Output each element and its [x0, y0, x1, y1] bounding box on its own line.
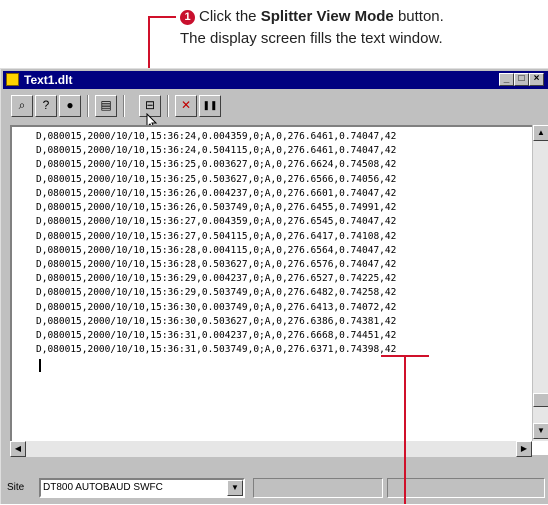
data-line: D,080015,2000/10/10,15:36:28,0.503627,0;…	[36, 259, 397, 270]
site-select[interactable]: DT800 AUTOBAUD SWFC ▼	[39, 478, 245, 498]
value-callout-line	[404, 355, 406, 504]
data-line: D,080015,2000/10/10,15:36:24,0.004359,0;…	[36, 131, 397, 142]
data-line: D,080015,2000/10/10,15:36:27,0.504115,0;…	[36, 231, 397, 242]
splitter-view-icon: ⊟	[144, 98, 156, 112]
scroll-left-button[interactable]: ◀	[10, 441, 26, 457]
callout-line-h	[148, 16, 176, 18]
data-line: D,080015,2000/10/10,15:36:31,0.004237,0;…	[36, 330, 397, 341]
pause-icon: ❚❚	[202, 100, 218, 110]
scroll-thumb[interactable]	[533, 393, 548, 407]
site-label: Site	[7, 482, 25, 493]
data-line: D,080015,2000/10/10,15:36:26,0.503749,0;…	[36, 202, 397, 213]
title-bar[interactable]: Text1.dlt _ □ ×	[3, 71, 548, 89]
toolbar-separator	[87, 95, 89, 117]
document-icon	[6, 73, 19, 86]
data-line: D,080015,2000/10/10,15:36:30,0.003749,0;…	[36, 302, 397, 313]
data-line: D,080015,2000/10/10,15:36:28,0.004115,0;…	[36, 245, 397, 256]
data-line: D,080015,2000/10/10,15:36:31,0.503749,0;…	[36, 344, 397, 355]
horizontal-scrollbar[interactable]: ◀ ▶	[10, 441, 532, 457]
app-window: Text1.dlt _ □ × ⌕ ? ● ▤ ⊟ ✕ ❚❚ D,080015,…	[0, 68, 548, 504]
find-icon[interactable]: ⌕	[11, 95, 33, 117]
status-bar: Site DT800 AUTOBAUD SWFC ▼	[1, 461, 548, 505]
record-icon[interactable]: ●	[59, 95, 81, 117]
annotation-text-before: Click the	[199, 8, 261, 25]
data-line: D,080015,2000/10/10,15:36:30,0.503627,0;…	[36, 316, 397, 327]
close-button[interactable]: ×	[529, 73, 544, 86]
data-line: D,080015,2000/10/10,15:36:26,0.004237,0;…	[36, 188, 397, 199]
data-line: D,080015,2000/10/10,15:36:25,0.503627,0;…	[36, 174, 397, 185]
text-window[interactable]: D,080015,2000/10/10,15:36:24,0.004359,0;…	[10, 125, 548, 455]
step-annotation: 1 Click the Splitter View Mode button. Th…	[180, 6, 444, 50]
maximize-button[interactable]: □	[514, 73, 529, 86]
data-line: D,080015,2000/10/10,15:36:29,0.004237,0;…	[36, 273, 397, 284]
scroll-right-button[interactable]: ▶	[516, 441, 532, 457]
status-pane	[253, 478, 383, 498]
status-pane	[387, 478, 545, 498]
annotation-line2: The display screen fills the text window…	[180, 30, 443, 47]
pause-button[interactable]: ❚❚	[199, 95, 221, 117]
scroll-up-button[interactable]: ▲	[533, 125, 548, 141]
window-title: Text1.dlt	[24, 73, 73, 87]
stop-button[interactable]: ✕	[175, 95, 197, 117]
vertical-scrollbar[interactable]: ▲ ▼	[532, 125, 548, 441]
data-line: D,080015,2000/10/10,15:36:27,0.004359,0;…	[36, 216, 397, 227]
minimize-button[interactable]: _	[499, 73, 514, 86]
scroll-down-button[interactable]: ▼	[533, 423, 548, 439]
text-cursor	[39, 359, 41, 372]
chevron-down-icon[interactable]: ▼	[227, 480, 243, 496]
properties-icon[interactable]: ▤	[95, 95, 117, 117]
toolbar: ⌕ ? ● ▤ ⊟ ✕ ❚❚	[3, 91, 548, 121]
annotation-text-after: button.	[393, 8, 444, 25]
step-number-badge: 1	[180, 10, 195, 25]
data-line: D,080015,2000/10/10,15:36:24,0.504115,0;…	[36, 145, 397, 156]
annotation-button-name: Splitter View Mode	[260, 8, 394, 25]
data-line: D,080015,2000/10/10,15:36:25,0.003627,0;…	[36, 159, 397, 170]
help-icon[interactable]: ?	[35, 95, 57, 117]
stop-icon: ✕	[180, 98, 192, 112]
site-value: DT800 AUTOBAUD SWFC	[43, 482, 163, 493]
data-line: D,080015,2000/10/10,15:36:29,0.503749,0;…	[36, 287, 397, 298]
toolbar-separator	[123, 95, 125, 117]
toolbar-separator	[167, 95, 169, 117]
